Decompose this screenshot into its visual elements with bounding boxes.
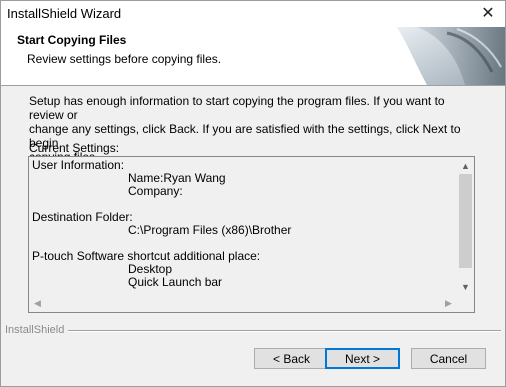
destination-path: C:\Program Files (x86)\Brother — [128, 223, 292, 237]
close-icon[interactable]: ✕ — [473, 2, 503, 24]
shortcut-desktop: Desktop — [128, 262, 173, 276]
current-settings-box[interactable]: User Information: Name:Ryan Wang Company… — [28, 156, 475, 313]
title-bar: InstallShield Wizard ✕ — [1, 1, 505, 27]
next-button[interactable]: Next > — [325, 348, 400, 369]
installshield-window: InstallShield Wizard ✕ Start Copying Fil… — [0, 0, 506, 387]
company-value: Company: — [128, 184, 183, 198]
window-title: InstallShield Wizard — [7, 6, 122, 21]
scroll-down-icon[interactable]: ▼ — [457, 278, 474, 295]
wizard-header: Start Copying Files Review settings befo… — [1, 27, 505, 86]
vertical-scrollbar[interactable]: ▲ ▼ — [457, 157, 474, 295]
back-button[interactable]: < Back — [254, 348, 329, 369]
shortcut-label: P-touch Software shortcut additional pla… — [32, 249, 261, 263]
vertical-scroll-thumb[interactable] — [459, 174, 472, 268]
settings-content: User Information: Name:Ryan Wang Company… — [32, 159, 457, 295]
header-subtitle: Review settings before copying files. — [27, 52, 222, 66]
installshield-brand-label: InstallShield — [5, 324, 69, 336]
current-settings-label: Current Settings: — [29, 141, 120, 155]
description-line: Setup has enough information to start co… — [29, 94, 445, 122]
scroll-left-icon[interactable]: ◀ — [29, 295, 46, 312]
header-title: Start Copying Files — [17, 33, 127, 47]
footer-divider — [5, 330, 501, 332]
installshield-logo-graphic — [397, 27, 505, 85]
scroll-right-icon[interactable]: ▶ — [440, 295, 457, 312]
name-value: Name:Ryan Wang — [128, 171, 226, 185]
horizontal-scrollbar[interactable]: ◀ ▶ — [29, 295, 457, 312]
shortcut-quick-launch: Quick Launch bar — [128, 275, 223, 289]
user-info-label: User Information: — [32, 159, 125, 172]
scroll-up-icon[interactable]: ▲ — [457, 157, 474, 174]
cancel-button[interactable]: Cancel — [411, 348, 486, 369]
